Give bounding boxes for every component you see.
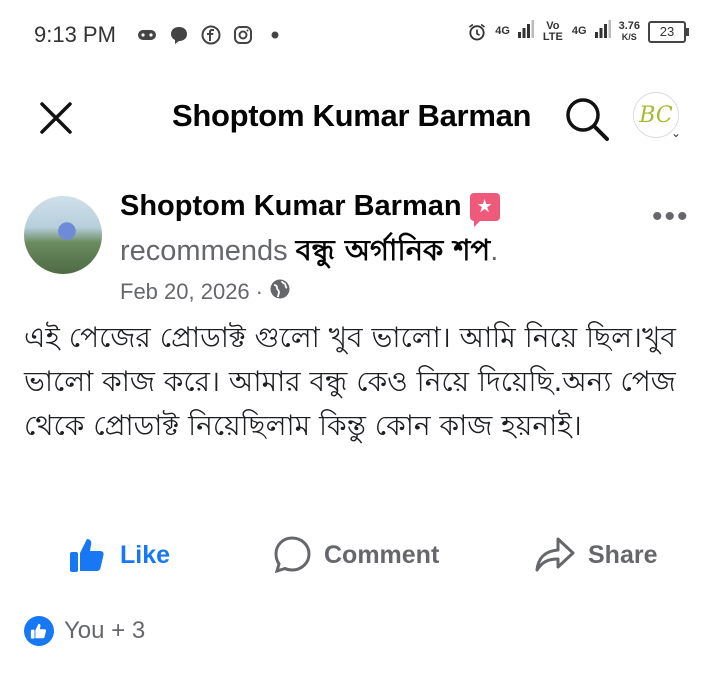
chat-bubble-icon [169,25,189,45]
comment-label: Comment [324,540,440,569]
recommends-text: recommends [120,235,296,267]
battery-level: 23 [659,24,675,39]
like-button[interactable]: Like [68,535,170,575]
notification-icons [137,25,285,45]
thumbs-up-icon [70,539,104,572]
speed-value: 3.76 [618,19,640,32]
reaction-count: You + 3 [64,617,146,644]
chevron-down-icon: ⌄ [670,126,681,140]
share-arrow-icon [535,537,575,572]
network-speed: 3.76 K/S [618,19,640,43]
search-button[interactable] [562,94,612,144]
recommendation-period: . [490,235,499,267]
reactions-summary[interactable]: You + 3 [24,616,145,646]
more-notifications-dot-icon [265,25,285,45]
speed-unit: K/S [621,31,637,42]
more-options-button[interactable]: ••• [652,200,690,234]
signal-icon-2 [594,20,611,43]
network-type-1: 4G [495,25,510,37]
top-app-bar: Shoptom Kumar Barman BC ⌄ [0,82,714,152]
post-date[interactable]: Feb 20, 2026 [120,279,250,305]
facebook-icon [201,25,221,45]
alarm-icon [467,22,487,42]
meta-separator: · [255,279,263,304]
status-bar: 9:13 PM 4G Vo LTE 4G 3.76 K/S 23 [0,0,714,70]
search-icon [566,98,609,141]
comment-button[interactable]: Comment [272,535,439,575]
instagram-icon [233,25,253,45]
page-title: Shoptom Kumar Barman [172,98,532,133]
close-button[interactable] [36,98,76,138]
system-status: 4G Vo LTE 4G 3.76 K/S 23 [467,19,689,43]
post-body: এই পেজের প্রোডাক্ট গুলো খুব ভালো। আমি নি… [24,321,676,442]
globe-icon [269,278,291,306]
gamepad-icon [137,25,157,45]
recommendation-badge-icon: ★ [469,192,500,227]
author-avatar[interactable] [24,196,102,274]
post-meta: Feb 20, 2026 · [120,278,291,306]
comment-icon [274,536,311,574]
page-logo-text: BC [639,102,673,128]
status-time: 9:13 PM [34,22,116,47]
post-action-bar: Like Comment Share [0,535,714,587]
close-icon [40,102,72,134]
network-type-2: 4G [571,25,587,37]
share-button[interactable]: Share [534,535,657,575]
battery-icon: 23 [648,20,689,43]
author-line: Shoptom Kumar Barman ★ [120,190,500,227]
like-reaction-icon [24,616,54,646]
recommendation-line: recommends বন্ধু অর্গানিক শপ. [120,228,498,277]
share-label: Share [588,540,658,569]
account-switcher-button[interactable]: BC ⌄ [633,92,689,142]
like-label: Like [120,540,171,569]
signal-icon [517,20,534,43]
volte-label: Vo LTE [542,19,563,43]
recommended-page-link[interactable]: বন্ধু অর্গানিক শপ [296,233,491,267]
author-name[interactable]: Shoptom Kumar Barman [120,190,462,223]
